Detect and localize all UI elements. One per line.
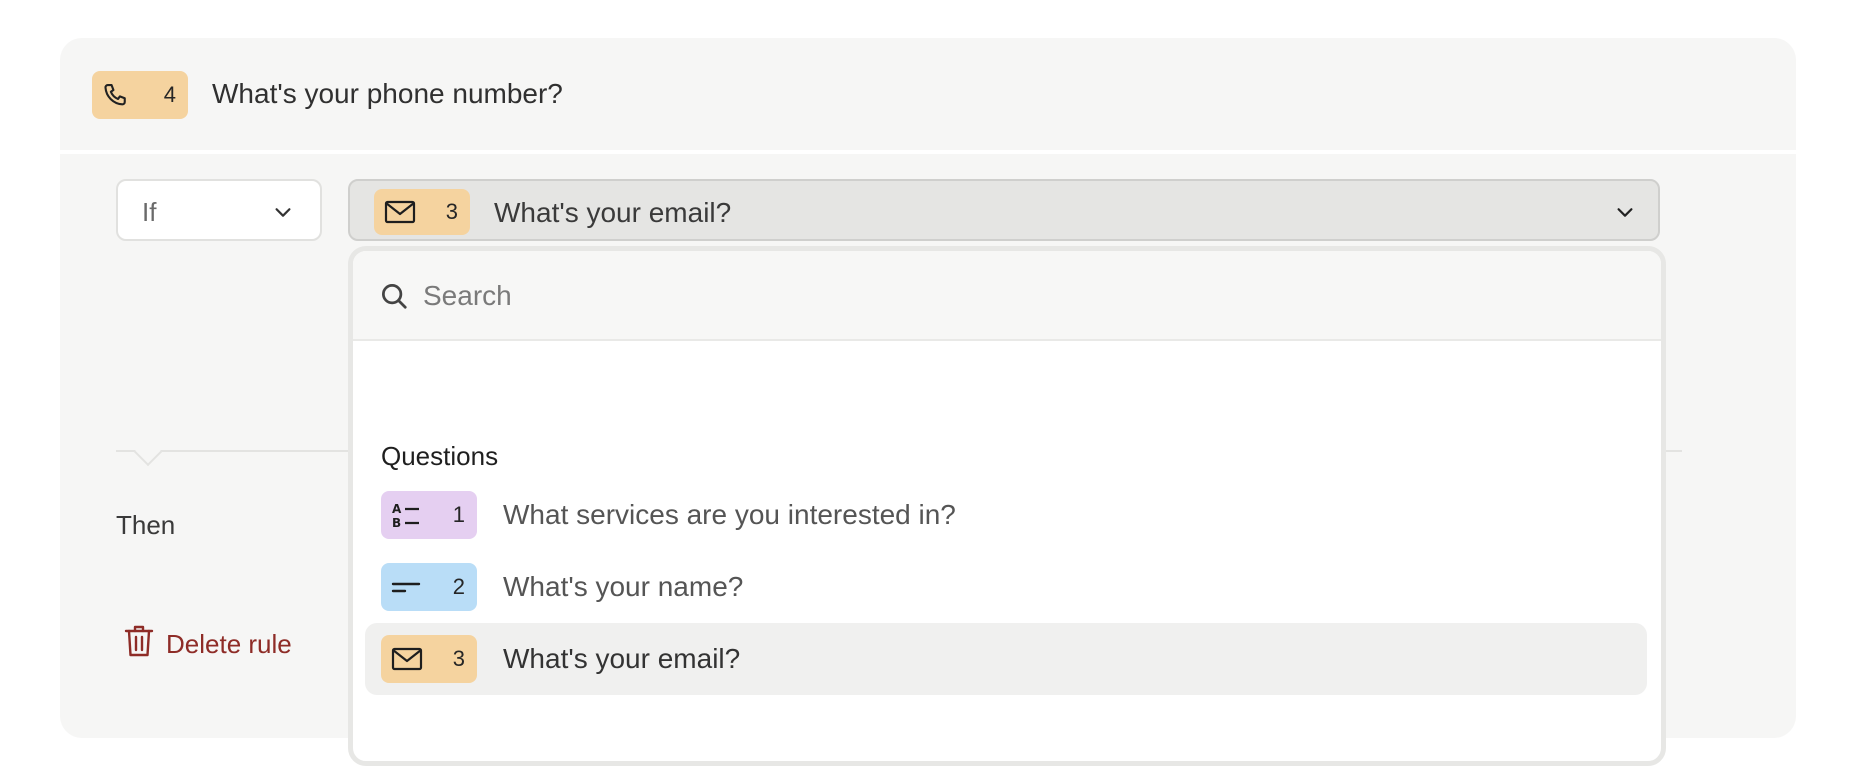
chevron-down-icon <box>1614 201 1636 228</box>
logic-rule-card: 4 What's your phone number? If 3 What's … <box>60 38 1796 766</box>
phone-icon <box>102 81 130 109</box>
search-bar <box>353 251 1661 341</box>
option-badge: 2 <box>381 563 477 611</box>
svg-text:B: B <box>392 516 401 530</box>
question-title: What's your phone number? <box>212 78 563 109</box>
mail-icon <box>391 646 423 672</box>
option-question-1[interactable]: AB 1 What services are you interested in… <box>365 479 1647 551</box>
selected-question-number: 3 <box>445 199 458 224</box>
option-question-3[interactable]: 3 What's your email? <box>365 623 1647 695</box>
search-input[interactable] <box>421 273 1575 319</box>
question-header: 4 What's your phone number? <box>60 38 1796 152</box>
question-dropdown: Questions AB 1 What services are you int… <box>348 246 1666 766</box>
then-label: Then <box>116 510 176 540</box>
condition-operator-value: If <box>142 197 157 227</box>
connector-notch <box>133 437 163 467</box>
multiple-choice-icon: AB <box>391 500 421 530</box>
delete-rule-label: Delete rule <box>166 629 292 659</box>
selected-question-label: What's your email? <box>494 197 732 228</box>
condition-question-select[interactable]: 3 What's your email? <box>348 179 1660 241</box>
option-badge: AB 1 <box>381 491 477 539</box>
option-number: 3 <box>452 646 465 671</box>
option-number: 1 <box>452 502 465 527</box>
delete-rule-button[interactable]: Delete rule <box>124 624 292 665</box>
header-divider <box>60 150 1796 154</box>
option-question-2[interactable]: 2 What's your name? <box>365 551 1647 623</box>
question-number: 4 <box>163 82 176 107</box>
selected-question-badge: 3 <box>374 189 470 235</box>
condition-operator-select[interactable]: If <box>116 179 322 241</box>
option-label: What's your email? <box>503 643 741 674</box>
question-badge: 4 <box>92 71 188 119</box>
trash-icon <box>124 624 154 665</box>
option-number: 2 <box>452 574 465 599</box>
svg-text:A: A <box>392 502 402 516</box>
short-text-icon <box>391 572 421 602</box>
chevron-down-icon <box>272 201 294 228</box>
questions-section-title: Questions <box>381 441 499 471</box>
mail-icon <box>384 199 416 225</box>
option-label: What services are you interested in? <box>503 499 956 530</box>
search-icon <box>379 281 409 316</box>
option-label: What's your name? <box>503 571 744 602</box>
option-badge: 3 <box>381 635 477 683</box>
